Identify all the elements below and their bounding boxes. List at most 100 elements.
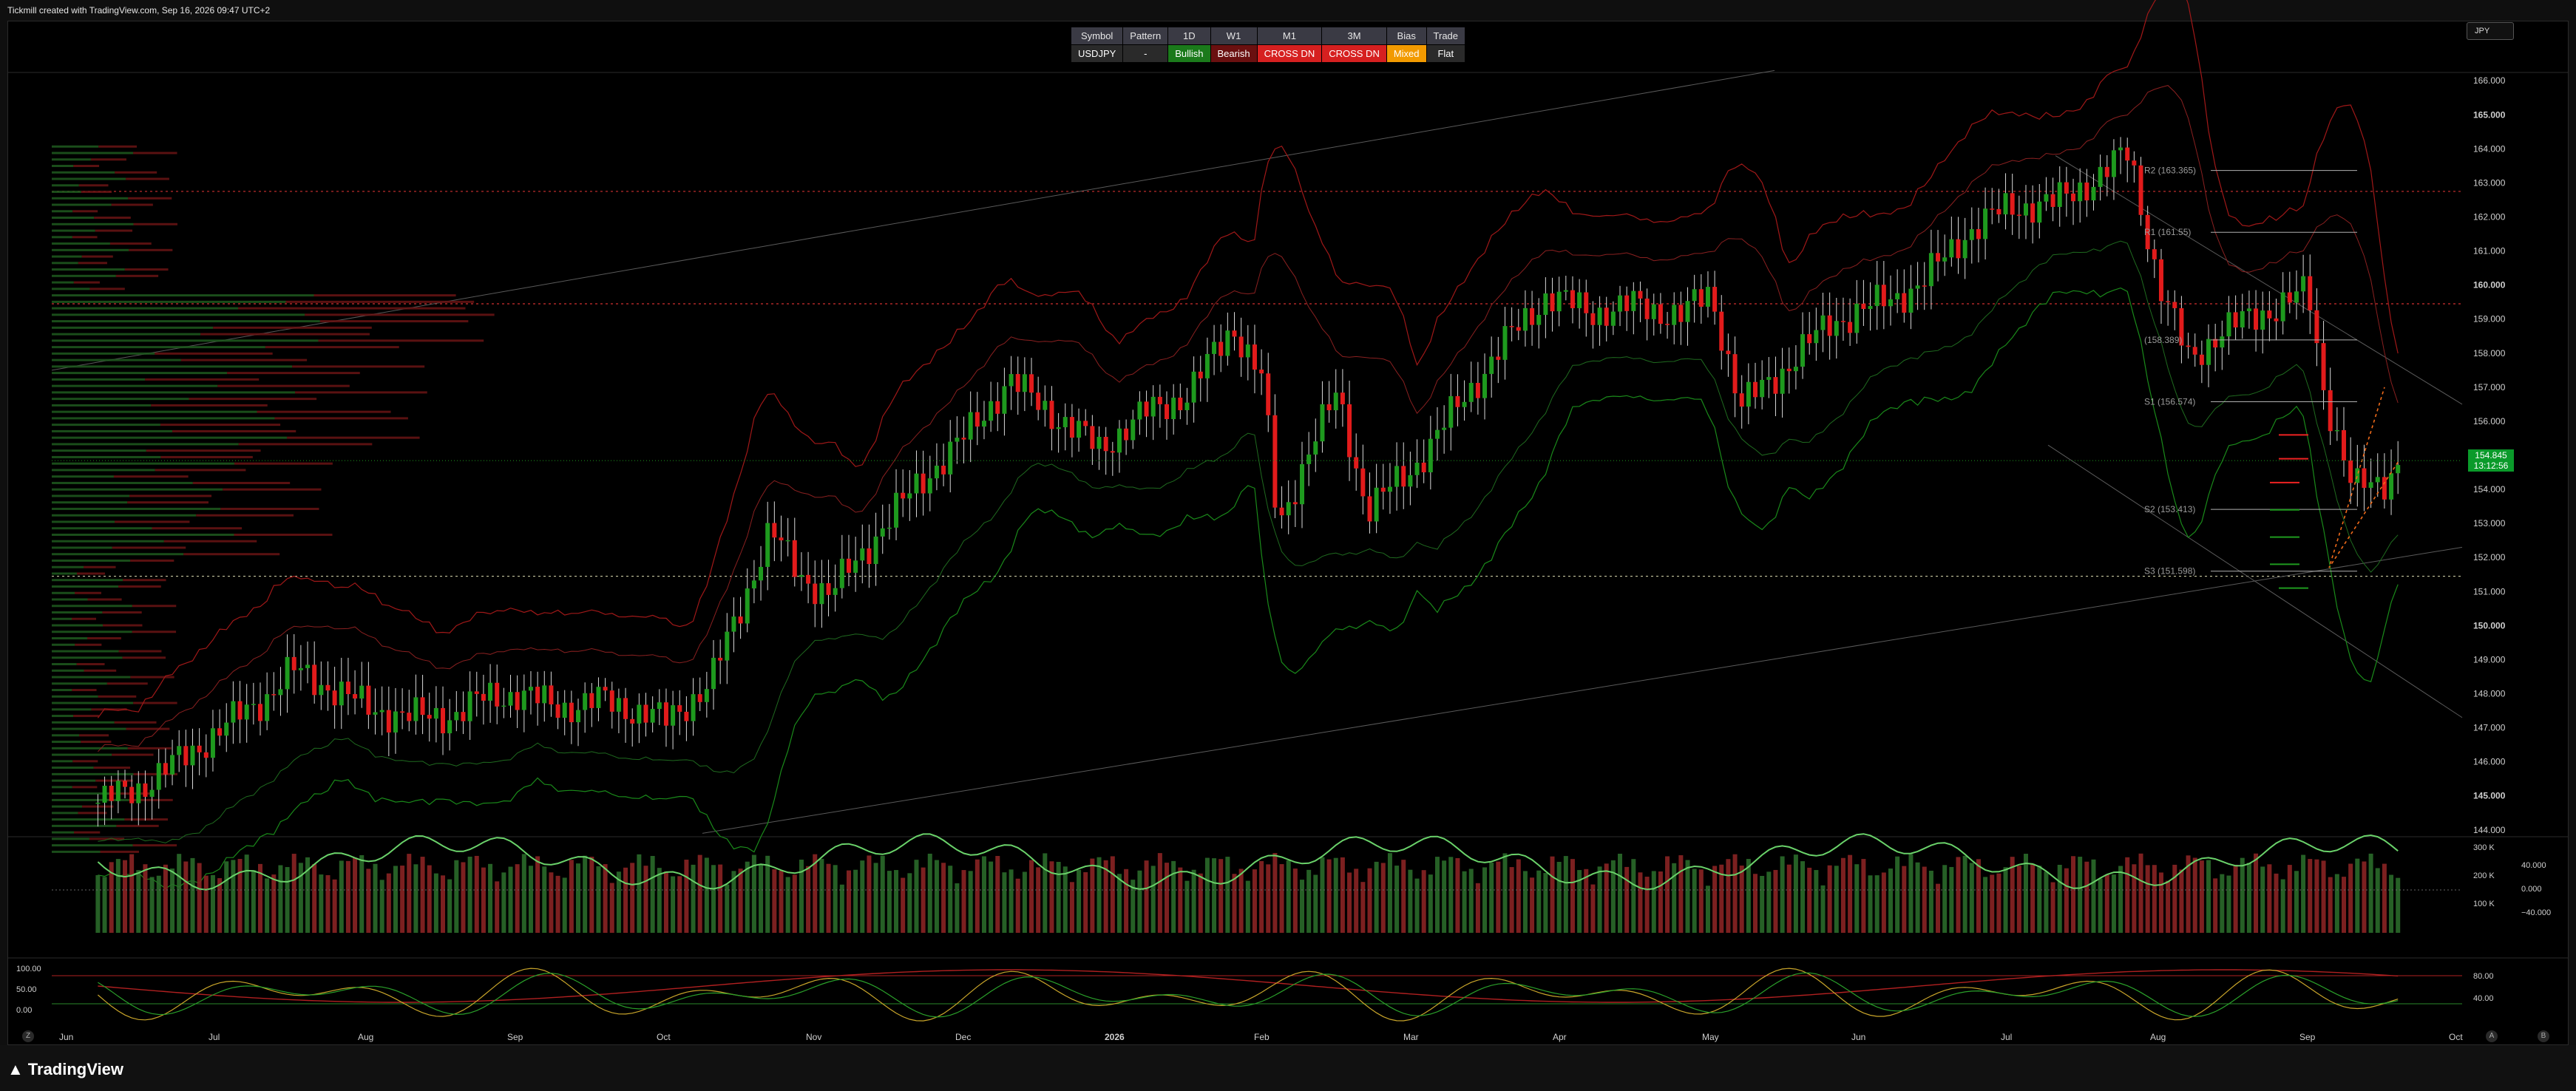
volume-bar bbox=[2355, 858, 2360, 933]
volume-bar bbox=[177, 854, 182, 933]
volume-profile-bar bbox=[52, 598, 88, 601]
volume-bar bbox=[1232, 874, 1237, 933]
candle-body bbox=[2057, 182, 2062, 207]
candle-body bbox=[914, 473, 919, 494]
volume-profile-bar bbox=[52, 767, 94, 769]
volume-bar bbox=[968, 871, 973, 933]
volume-bar bbox=[1029, 860, 1034, 933]
candle-body bbox=[271, 694, 277, 696]
candle-body bbox=[691, 694, 696, 721]
volume-profile-bar bbox=[52, 274, 116, 277]
volume-profile-bar bbox=[257, 410, 391, 413]
volume-bar bbox=[2206, 860, 2211, 933]
signal-value-3m: CROSS DN bbox=[1321, 44, 1387, 63]
volume-profile-bar bbox=[132, 631, 177, 633]
volume-profile-bar bbox=[52, 222, 134, 225]
candle-body bbox=[542, 685, 547, 704]
volume-profile-bar bbox=[319, 320, 469, 323]
volume-bar bbox=[197, 863, 202, 933]
volume-profile-bar bbox=[295, 391, 427, 394]
volume-bar bbox=[1773, 869, 1778, 933]
volume-bar bbox=[765, 855, 770, 933]
candle-body bbox=[1834, 321, 1839, 336]
volume-bar bbox=[1990, 874, 1995, 933]
time-axis-label: Sep bbox=[507, 1032, 523, 1042]
candle-body bbox=[1137, 401, 1142, 420]
volume-bar bbox=[1949, 866, 1954, 933]
candle-body bbox=[1536, 314, 1542, 325]
volume-profile-bar bbox=[52, 617, 72, 620]
volume-bar bbox=[901, 877, 906, 933]
volume-oscillator-axis-label: 0.000 bbox=[2521, 885, 2542, 894]
auto-scale-button[interactable]: A bbox=[2486, 1030, 2498, 1042]
candle-body bbox=[1800, 334, 1806, 367]
volume-profile-bar bbox=[52, 824, 117, 827]
volume-bar bbox=[894, 870, 899, 933]
volume-profile-bar bbox=[52, 546, 112, 549]
volume-profile-bar bbox=[118, 650, 162, 653]
volume-bar bbox=[1983, 877, 1988, 933]
time-axis-label: Jun bbox=[1851, 1032, 1865, 1042]
volume-profile-bar bbox=[81, 741, 112, 744]
volume-bar bbox=[143, 864, 148, 933]
candle-body bbox=[569, 702, 574, 723]
volume-bar bbox=[2321, 860, 2326, 933]
volume-bar bbox=[2267, 864, 2272, 933]
volume-bar bbox=[1753, 874, 1758, 933]
candle-body bbox=[433, 707, 438, 719]
candle-body bbox=[177, 746, 182, 755]
volume-bar bbox=[1881, 872, 1886, 933]
volume-bar bbox=[2145, 865, 2150, 933]
volume-profile-bar bbox=[81, 191, 112, 194]
volume-profile-bar bbox=[52, 429, 173, 432]
volume-profile-bar bbox=[52, 689, 72, 692]
volume-bar bbox=[650, 856, 655, 933]
volume-profile-bar bbox=[73, 165, 100, 168]
volume-bar bbox=[921, 867, 926, 933]
candle-body bbox=[751, 580, 756, 589]
price-axis-label: 144.000 bbox=[2473, 825, 2506, 835]
currency-button[interactable]: JPY bbox=[2467, 22, 2514, 40]
volume-profile-bar bbox=[292, 365, 425, 368]
chart-canvas[interactable]: 166.000 165.000 164.000 163.000 162.000 161.0… bbox=[0, 0, 2576, 1045]
volume-profile-bar bbox=[78, 262, 107, 265]
volume-profile-bar bbox=[52, 424, 160, 426]
footer: ▲ TradingView bbox=[0, 1045, 2576, 1091]
volume-bar bbox=[1137, 870, 1142, 933]
volume-bar bbox=[271, 874, 277, 933]
volume-bar bbox=[1840, 857, 1845, 933]
volume-bar bbox=[1212, 858, 1217, 933]
candle-body bbox=[941, 465, 946, 475]
candle-body bbox=[1983, 208, 1988, 239]
signal-value-bias: Mixed bbox=[1386, 44, 1427, 63]
volume-bar bbox=[1225, 857, 1230, 933]
candle-body bbox=[1922, 285, 1927, 287]
candle-body bbox=[725, 631, 730, 661]
volume-profile-bar bbox=[72, 617, 97, 620]
time-axis-label: Aug bbox=[2150, 1032, 2166, 1042]
volume-bar bbox=[1502, 853, 1508, 933]
candle-body bbox=[1387, 486, 1392, 492]
volume-bar bbox=[366, 869, 371, 933]
candle-body bbox=[1780, 368, 1785, 394]
zoom-button[interactable]: Z bbox=[22, 1030, 34, 1042]
volume-bar bbox=[1313, 874, 1318, 933]
candle-body bbox=[1678, 305, 1684, 322]
candle-body bbox=[704, 689, 709, 702]
candle-body bbox=[1313, 441, 1318, 455]
volume-profile-bar bbox=[234, 462, 333, 465]
volume-bar bbox=[1165, 863, 1170, 933]
candle-body bbox=[1401, 466, 1406, 487]
volume-bar bbox=[2132, 864, 2137, 933]
candle-body bbox=[1380, 487, 1386, 492]
volume-profile-bar bbox=[52, 229, 95, 232]
candle-body bbox=[995, 401, 1000, 414]
volume-bar bbox=[873, 863, 878, 933]
volume-profile-bar bbox=[196, 514, 294, 517]
candle-body bbox=[373, 712, 378, 715]
volume-bar bbox=[813, 854, 818, 933]
log-scale-button[interactable]: B bbox=[2538, 1030, 2549, 1042]
tradingview-logo[interactable]: ▲ TradingView bbox=[7, 1060, 123, 1079]
volume-profile-bar bbox=[52, 501, 128, 504]
candle-body bbox=[1827, 315, 1832, 336]
